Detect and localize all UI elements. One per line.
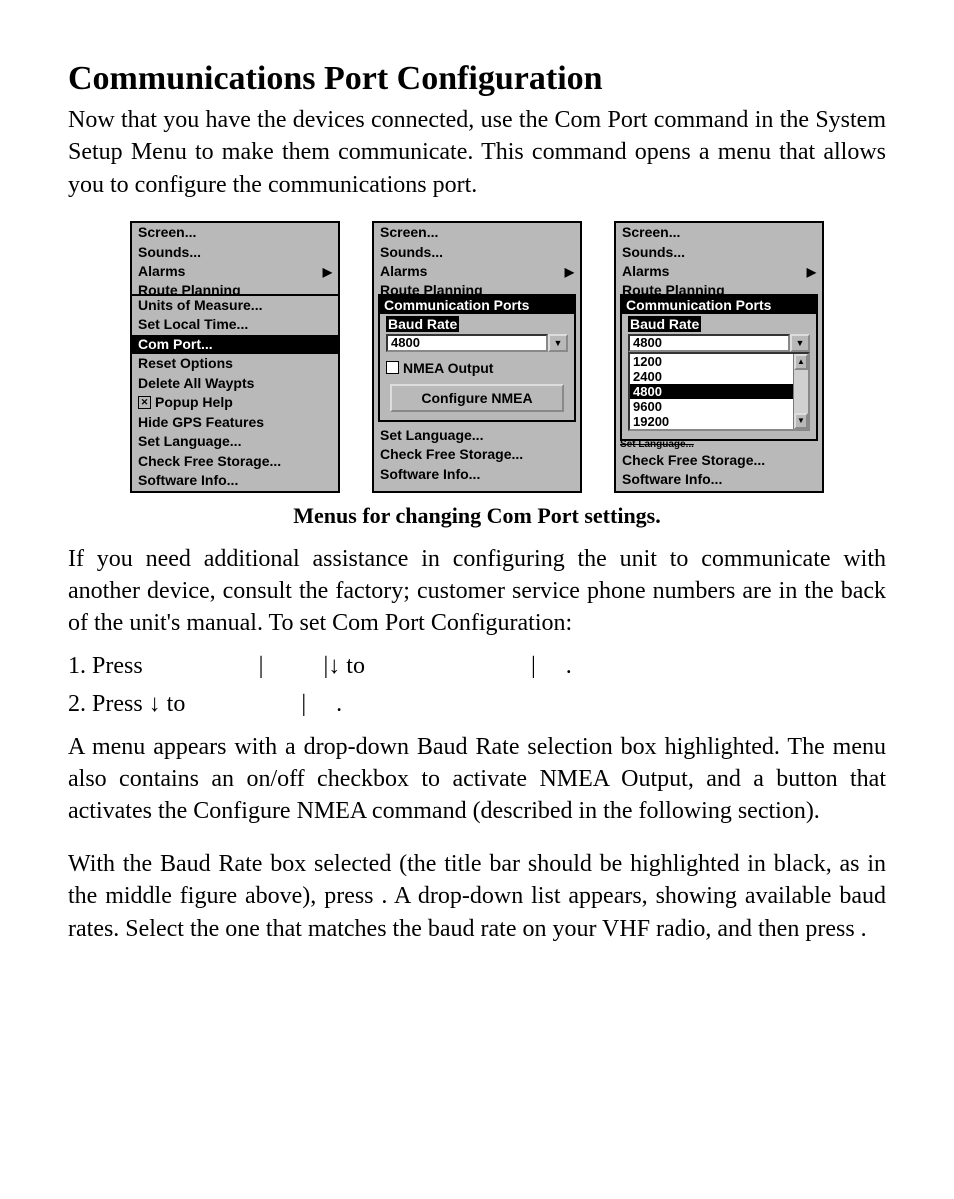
nmea-output-checkbox[interactable]: NMEA Output [386,360,568,376]
submenu-arrow-icon: ▶ [807,266,816,278]
paragraph-baud-instructions: With the Baud Rate box selected (the tit… [68,848,886,945]
scroll-down-icon[interactable]: ▼ [794,413,808,429]
dropdown-arrow-icon[interactable]: ▼ [548,334,568,352]
menu-item-check-storage[interactable]: Check Free Storage... [374,445,580,465]
menu-item-screen[interactable]: Screen... [616,223,822,243]
baud-option-1200[interactable]: 1200 [630,354,793,369]
paragraph-menu-description: A menu appears with a drop-down Baud Rat… [68,731,886,828]
step-2: 2. Press ↓ to |. [68,688,886,720]
menu-item-screen[interactable]: Screen... [132,223,338,243]
submenu-arrow-icon: ▶ [323,266,332,278]
menu-item-set-language[interactable]: Set Language... [374,426,580,446]
menu-item-sounds[interactable]: Sounds... [374,243,580,263]
menu-item-sounds[interactable]: Sounds... [132,243,338,263]
step-1: 1. Press ||↓ to |. [68,650,886,682]
baud-option-2400[interactable]: 2400 [630,369,793,384]
configure-nmea-button[interactable]: Configure NMEA [390,384,564,412]
scroll-track[interactable] [794,370,808,413]
baud-rate-label: Baud Rate [628,316,701,332]
subpanel-title: Communication Ports [622,296,816,314]
baud-rate-dropdown[interactable]: 4800 ▼ [386,334,568,352]
baud-rate-value: 4800 [628,334,790,352]
page-title: Communications Port Configuration [68,60,886,98]
figure-row: Screen... Sounds... Alarms▶ Route Planni… [68,221,886,493]
menu-item-set-language[interactable]: Set Language... [132,432,338,452]
menu-item-hide-gps[interactable]: Hide GPS Features [132,413,338,433]
menu-item-route-clipped: Route Planning [132,282,338,294]
menu-item-delete-waypts[interactable]: Delete All Waypts [132,374,338,394]
menu-item-set-local-time[interactable]: Set Local Time... [132,315,338,335]
menu-item-reset-options[interactable]: Reset Options [132,354,338,374]
figure-caption: Menus for changing Com Port settings. [68,503,886,529]
menu-item-check-storage[interactable]: Check Free Storage... [616,451,822,471]
scroll-up-icon[interactable]: ▲ [794,354,808,370]
scrollbar[interactable]: ▲ ▼ [793,354,808,429]
menu-item-com-port[interactable]: Com Port... [132,335,338,355]
menu-panel-2: Screen... Sounds... Alarms▶ Route Planni… [372,221,582,493]
intro-paragraph: Now that you have the devices connected,… [68,104,886,201]
steps-block: 1. Press ||↓ to |. 2. Press ↓ to |. [68,650,886,721]
menu-item-check-storage[interactable]: Check Free Storage... [132,452,338,472]
menu-item-alarms[interactable]: Alarms▶ [374,262,580,282]
baud-rate-list[interactable]: 1200 2400 4800 9600 19200 ▲ ▼ [628,352,810,431]
menu-item-units[interactable]: Units of Measure... [132,296,338,316]
checkbox-checked-icon: ✕ [138,396,151,409]
checkbox-empty-icon [386,361,399,374]
dropdown-arrow-icon[interactable]: ▼ [790,334,810,352]
submenu-arrow-icon: ▶ [565,266,574,278]
menu-item-set-language-clipped: Set Language... [616,439,822,451]
menu-item-software-info[interactable]: Software Info... [132,471,338,491]
menu-item-alarms[interactable]: Alarms▶ [132,262,338,282]
baud-option-9600[interactable]: 9600 [630,399,793,414]
subpanel-title: Communication Ports [380,296,574,314]
comm-ports-subpanel: Communication Ports Baud Rate 4800 ▼ 120… [620,294,818,441]
nmea-output-label: NMEA Output [403,360,493,376]
menu-item-sounds[interactable]: Sounds... [616,243,822,263]
paragraph-assistance: If you need additional assistance in con… [68,543,886,640]
menu-item-screen[interactable]: Screen... [374,223,580,243]
baud-rate-value: 4800 [386,334,548,352]
menu-item-alarms[interactable]: Alarms▶ [616,262,822,282]
menu-item-popup-help[interactable]: ✕Popup Help [132,393,338,413]
baud-rate-dropdown[interactable]: 4800 ▼ [628,334,810,352]
menu-item-route-clipped: Route Planning [374,282,580,294]
baud-option-4800[interactable]: 4800 [630,384,793,399]
menu-item-route-clipped: Route Planning [616,282,822,294]
baud-rate-label: Baud Rate [386,316,459,332]
menu-panel-1: Screen... Sounds... Alarms▶ Route Planni… [130,221,340,493]
baud-option-19200[interactable]: 19200 [630,414,793,429]
comm-ports-subpanel: Communication Ports Baud Rate 4800 ▼ NME… [378,294,576,422]
menu-item-software-info[interactable]: Software Info... [616,470,822,490]
menu-item-software-info[interactable]: Software Info... [374,465,580,485]
menu-panel-3: Screen... Sounds... Alarms▶ Route Planni… [614,221,824,493]
